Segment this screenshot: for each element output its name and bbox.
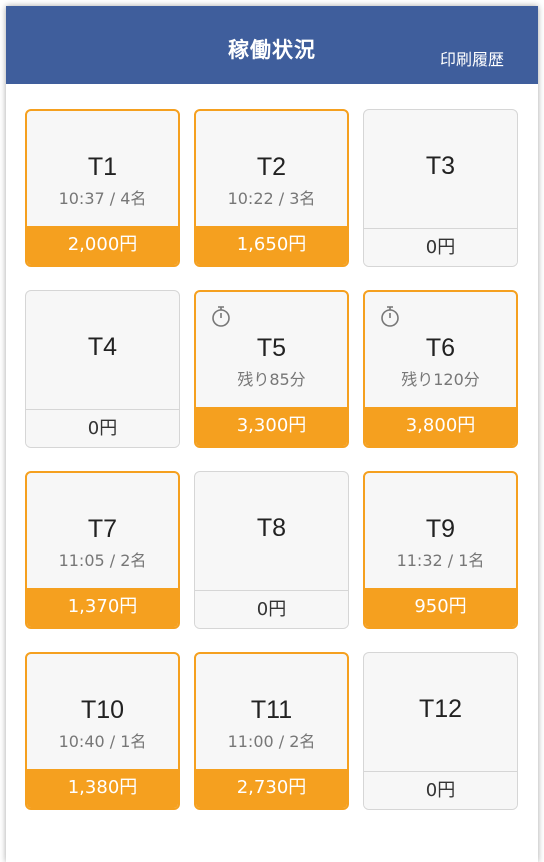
- table-card-t4[interactable]: T4 0円: [25, 290, 180, 448]
- table-amount: 0円: [364, 771, 517, 809]
- table-name: T2: [256, 153, 287, 181]
- table-amount: 2,730円: [196, 769, 347, 808]
- table-amount: 950円: [365, 588, 516, 627]
- table-name: T7: [87, 515, 118, 543]
- app-screen: 稼働状況 印刷履歴 T1 10:37 / 4名 2,000円 T2 10:22 / 3名…: [6, 6, 538, 862]
- table-card-t9[interactable]: T9 11:32 / 1名 950円: [363, 471, 518, 629]
- table-name: T12: [418, 695, 463, 723]
- table-name: T9: [425, 515, 456, 543]
- table-amount: 1,380円: [27, 769, 178, 808]
- stopwatch-icon: [379, 304, 401, 328]
- stopwatch-icon: [210, 304, 232, 328]
- table-status: 11:05 / 2名: [58, 551, 147, 570]
- table-name: T8: [256, 514, 287, 542]
- header-bar: 稼働状況 印刷履歴: [6, 6, 538, 84]
- table-name: T11: [250, 696, 293, 724]
- print-history-button[interactable]: 印刷履歴: [440, 46, 504, 70]
- table-name: T10: [80, 696, 125, 724]
- table-status: 残り85分: [237, 370, 306, 389]
- table-card-t2[interactable]: T2 10:22 / 3名 1,650円: [194, 109, 349, 267]
- table-card-t7[interactable]: T7 11:05 / 2名 1,370円: [25, 471, 180, 629]
- table-amount: 1,370円: [27, 588, 178, 627]
- table-status: 11:00 / 2名: [227, 732, 316, 751]
- table-name: T5: [256, 334, 287, 362]
- table-card-t11[interactable]: T11 11:00 / 2名 2,730円: [194, 652, 349, 810]
- table-card-t12[interactable]: T12 0円: [363, 652, 518, 810]
- table-amount: 0円: [26, 409, 179, 447]
- table-card-t5[interactable]: T5 残り85分 3,300円: [194, 290, 349, 448]
- table-status: 10:22 / 3名: [227, 189, 316, 208]
- table-name: T1: [87, 153, 118, 181]
- table-card-t1[interactable]: T1 10:37 / 4名 2,000円: [25, 109, 180, 267]
- table-amount: 0円: [195, 590, 348, 628]
- table-status: 10:37 / 4名: [58, 189, 147, 208]
- table-status: 11:32 / 1名: [396, 551, 485, 570]
- table-status: 10:40 / 1名: [58, 732, 147, 751]
- table-amount: 1,650円: [196, 226, 347, 265]
- table-card-t6[interactable]: T6 残り120分 3,800円: [363, 290, 518, 448]
- table-card-t8[interactable]: T8 0円: [194, 471, 349, 629]
- table-name: T3: [425, 152, 456, 180]
- table-card-t3[interactable]: T3 0円: [363, 109, 518, 267]
- table-name: T4: [87, 333, 118, 361]
- table-amount: 3,300円: [196, 407, 347, 446]
- table-amount: 2,000円: [27, 226, 178, 265]
- table-amount: 3,800円: [365, 407, 516, 446]
- table-status: 残り120分: [401, 370, 480, 389]
- table-amount: 0円: [364, 228, 517, 266]
- table-card-t10[interactable]: T10 10:40 / 1名 1,380円: [25, 652, 180, 810]
- table-name: T6: [425, 334, 456, 362]
